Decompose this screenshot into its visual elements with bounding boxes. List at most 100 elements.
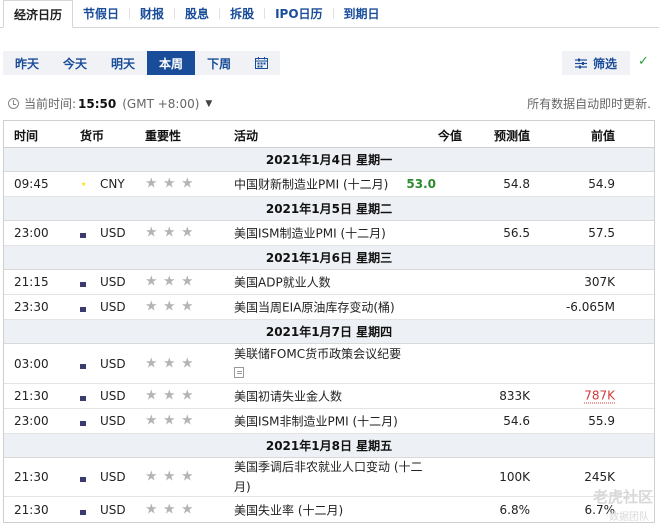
- event-previous: 54.9: [588, 177, 615, 191]
- header-previous: 前值: [590, 129, 615, 143]
- importance-stars: ★ ★ ★: [145, 355, 194, 371]
- tab-economic-calendar[interactable]: 经济日历: [3, 0, 74, 28]
- event-forecast: 54.6: [503, 414, 530, 428]
- tab-expiration[interactable]: 到期日: [334, 0, 390, 27]
- event-previous-revised[interactable]: 787K: [584, 389, 615, 404]
- star-icon: ★: [181, 224, 194, 241]
- event-currency: USD: [100, 226, 126, 240]
- top-nav: 经济日历 节假日 财报 股息 拆股 IPO日历 到期日: [0, 0, 659, 28]
- table-row[interactable]: 09:45 CNY ★ ★ ★ 中国财新制造业PMI (十二月) 53.0 54.8…: [4, 172, 654, 197]
- star-icon: ★: [163, 501, 176, 517]
- table-row[interactable]: 23:00 USD ★ ★ ★ 美国ISM非制造业PMI (十二月) 54.6 55…: [4, 409, 654, 434]
- tab-ipo-calendar[interactable]: IPO日历: [265, 0, 332, 27]
- star-icon: ★: [181, 273, 194, 290]
- star-icon: ★: [181, 387, 194, 404]
- event-name[interactable]: 美国ISM非制造业PMI (十二月): [234, 413, 398, 430]
- event-time: 21:30: [14, 470, 49, 484]
- star-icon: ★: [145, 355, 158, 371]
- event-currency: USD: [100, 275, 126, 289]
- table-row[interactable]: 21:30 USD ★ ★ ★ 美国失业率 (十二月) 6.8% 6.7%: [4, 497, 654, 522]
- filter-button[interactable]: 筛选: [562, 51, 630, 75]
- check-icon: ✓: [638, 54, 649, 69]
- event-currency: USD: [100, 470, 126, 484]
- event-time: 21:30: [14, 502, 49, 517]
- event-name[interactable]: 美国季调后非农就业人口变动 (十二月): [234, 457, 424, 497]
- table-row[interactable]: 21:30 USD ★ ★ ★ 美国初请失业金人数 833K 787K: [4, 384, 654, 409]
- header-event: 活动: [234, 129, 259, 143]
- importance-stars: ★ ★ ★: [145, 224, 194, 241]
- table-row[interactable]: 23:30 USD ★ ★ ★ 美国当周EIA原油库存变动(桶) -6.065M: [4, 295, 654, 320]
- star-icon: ★: [163, 468, 176, 485]
- event-forecast: 100K: [499, 470, 530, 484]
- period-this-week-button[interactable]: 本周: [147, 51, 196, 75]
- header-importance: 重要性: [145, 129, 182, 143]
- importance-stars: ★ ★ ★: [145, 298, 194, 315]
- document-icon[interactable]: [234, 366, 244, 378]
- star-icon: ★: [145, 412, 158, 429]
- time-prefix: 当前时间:: [24, 97, 77, 111]
- event-forecast: 833K: [499, 389, 530, 403]
- star-icon: ★: [181, 468, 194, 485]
- event-currency: USD: [100, 389, 126, 403]
- date-row: 2021年1月8日 星期五: [4, 434, 654, 458]
- calendar-icon: [255, 57, 269, 69]
- event-name[interactable]: 美联储FOMC货币政策会议纪要: [234, 344, 424, 384]
- header-forecast: 预测值: [493, 129, 530, 143]
- star-icon: ★: [163, 387, 176, 404]
- chevron-down-icon[interactable]: ▼: [205, 99, 212, 109]
- calendar-button[interactable]: [243, 51, 280, 75]
- date-row: 2021年1月5日 星期二: [4, 197, 654, 221]
- star-icon: ★: [145, 501, 158, 517]
- period-yesterday-button[interactable]: 昨天: [3, 51, 51, 75]
- date-row: 2021年1月6日 星期三: [4, 246, 654, 270]
- importance-stars: ★ ★ ★: [145, 412, 194, 429]
- event-name[interactable]: 美国ADP就业人数: [234, 274, 331, 291]
- importance-stars: ★ ★ ★: [145, 501, 194, 517]
- event-time: 03:00: [14, 356, 49, 371]
- time-value: 15:50: [78, 96, 117, 111]
- sliders-icon: [574, 58, 587, 68]
- event-name[interactable]: 中国财新制造业PMI (十二月): [234, 176, 388, 193]
- table-row[interactable]: 23:00 USD ★ ★ ★ 美国ISM制造业PMI (十二月) 56.5 57.…: [4, 221, 654, 246]
- star-icon: ★: [145, 175, 158, 192]
- star-icon: ★: [145, 298, 158, 315]
- event-previous: 307K: [584, 275, 615, 289]
- star-icon: ★: [163, 273, 176, 290]
- star-icon: ★: [145, 468, 158, 485]
- star-icon: ★: [181, 298, 194, 315]
- event-time: 23:00: [14, 414, 49, 428]
- event-time: 23:30: [14, 300, 49, 314]
- header-currency: 货币: [80, 129, 105, 143]
- period-tomorrow-button[interactable]: 明天: [99, 51, 147, 75]
- event-currency: CNY: [100, 177, 125, 191]
- period-next-week-button[interactable]: 下周: [195, 51, 243, 75]
- event-forecast: 54.8: [503, 177, 530, 191]
- event-name[interactable]: 美国ISM制造业PMI (十二月): [234, 225, 386, 242]
- table-row[interactable]: 21:30 USD ★ ★ ★ 美国季调后非农就业人口变动 (十二月) 100K 2…: [4, 458, 654, 497]
- period-today-button[interactable]: 今天: [51, 51, 99, 75]
- tab-earnings[interactable]: 财报: [130, 0, 174, 27]
- importance-stars: ★ ★ ★: [145, 273, 194, 290]
- tab-splits[interactable]: 拆股: [220, 0, 264, 27]
- event-currency: USD: [100, 502, 126, 517]
- star-icon: ★: [145, 224, 158, 241]
- clock-icon: [8, 98, 19, 109]
- table-row[interactable]: 21:15 USD ★ ★ ★ 美国ADP就业人数 307K: [4, 270, 654, 295]
- tab-dividends[interactable]: 股息: [175, 0, 219, 27]
- event-name[interactable]: 美国初请失业金人数: [234, 388, 342, 405]
- filter-label: 筛选: [592, 56, 617, 71]
- date-row: 2021年1月7日 星期四: [4, 320, 654, 344]
- timezone: (GMT +8:00): [122, 96, 200, 111]
- tab-holidays[interactable]: 节假日: [73, 0, 129, 27]
- event-time: 21:30: [14, 389, 49, 403]
- table-row[interactable]: 03:00 USD ★ ★ ★ 美联储FOMC货币政策会议纪要: [4, 344, 654, 384]
- event-name[interactable]: 美国当周EIA原油库存变动(桶): [234, 299, 395, 316]
- event-name-text: 美联储FOMC货币政策会议纪要: [234, 346, 402, 361]
- event-currency: USD: [100, 300, 126, 314]
- period-selector: 昨天 今天 明天 本周 下周: [3, 51, 281, 75]
- current-time[interactable]: 当前时间: 15:50 (GMT +8:00) ▼: [8, 95, 212, 112]
- event-previous: 245K: [584, 470, 615, 484]
- event-currency: USD: [100, 356, 126, 371]
- event-name[interactable]: 美国失业率 (十二月): [234, 501, 343, 518]
- star-icon: ★: [145, 387, 158, 404]
